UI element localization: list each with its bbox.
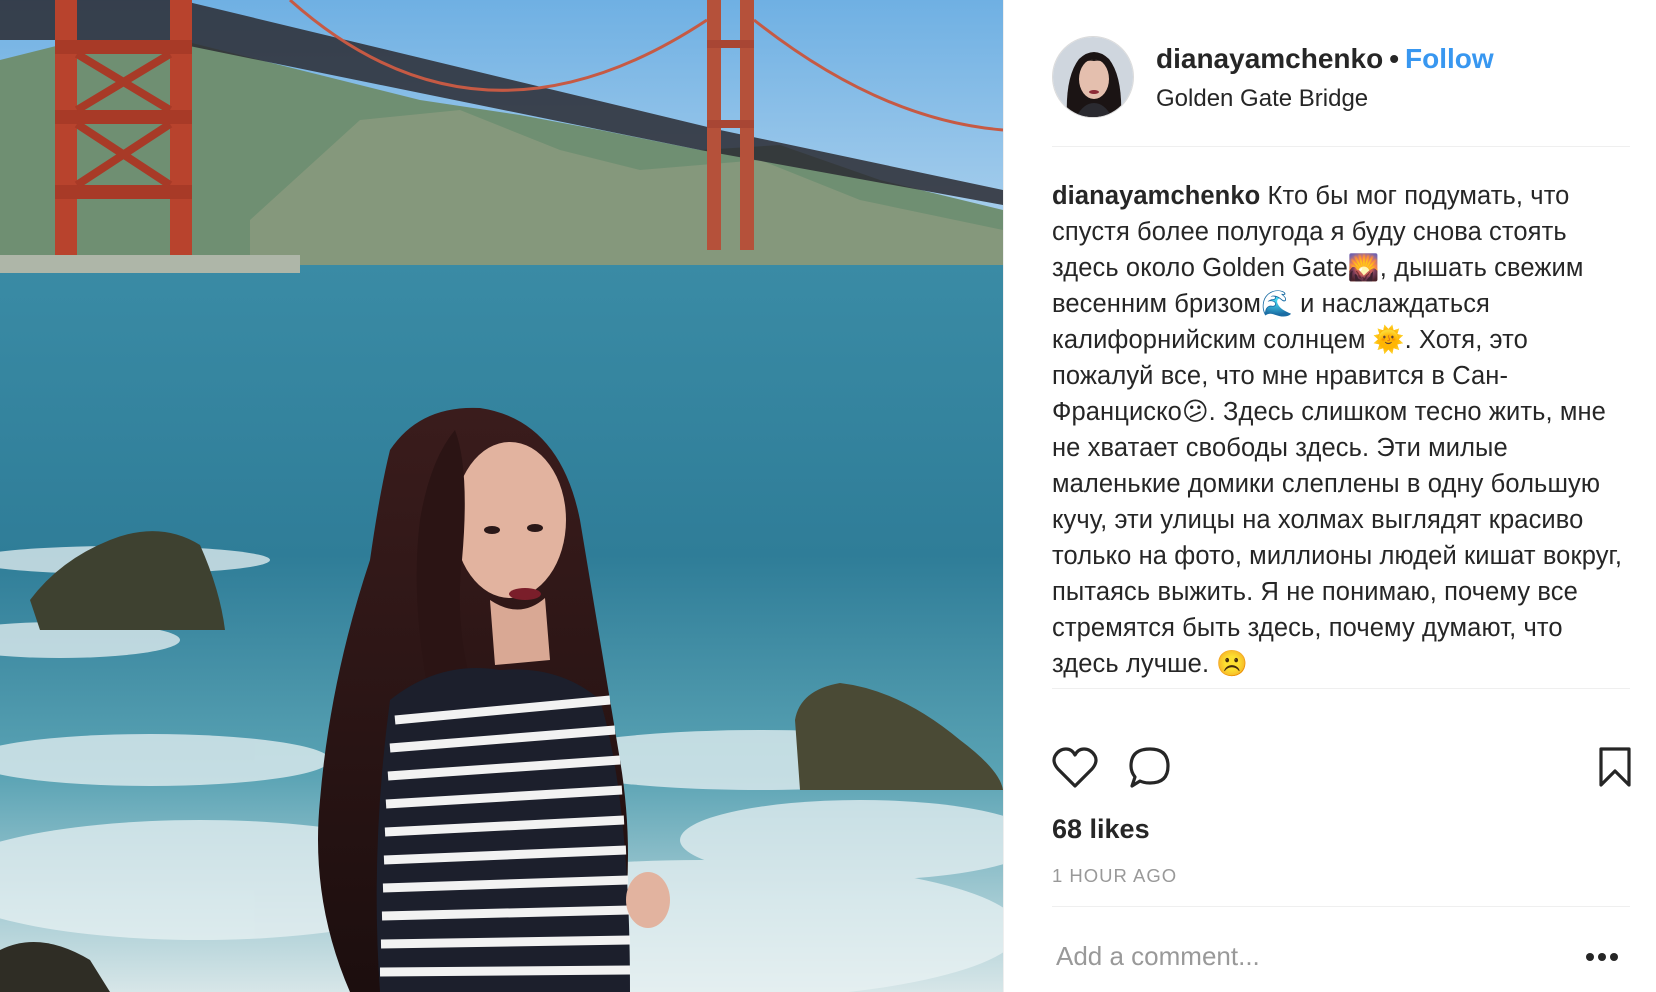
username-link[interactable]: dianayamchenko [1156,43,1383,74]
post-timestamp[interactable]: 1 HOUR AGO [1052,864,1177,888]
post-details-panel: dianayamchenko • Follow Golden Gate Bridge… [1003,0,1656,992]
golden-gate-scene [0,0,1003,992]
post-caption: dianayamchenko Кто бы мог подумать, что … [1052,178,1632,682]
action-bar [1052,746,1632,795]
avatar-image [1053,37,1133,117]
location-link[interactable]: Golden Gate Bridge [1156,84,1368,114]
avatar[interactable] [1052,36,1134,118]
comment-divider [1052,906,1630,907]
more-options-icon[interactable] [1584,950,1620,962]
caption-divider [1052,688,1630,689]
caption-username[interactable]: dianayamchenko [1052,182,1260,210]
likes-count[interactable]: 68 likes [1052,812,1150,846]
heart-icon[interactable] [1052,746,1098,795]
comment-input[interactable] [1052,936,1560,976]
separator-dot: • [1389,43,1400,74]
post-photo[interactable] [0,0,1003,992]
caption-text: Кто бы мог подумать, что спустя более по… [1052,182,1623,678]
bookmark-icon[interactable] [1598,746,1632,793]
follow-button[interactable]: Follow [1405,43,1494,74]
header-divider [1052,146,1630,147]
comment-icon[interactable] [1128,746,1172,795]
username-row: dianayamchenko • Follow [1156,42,1494,76]
post-header: dianayamchenko • Follow Golden Gate Bridge [1052,36,1632,124]
